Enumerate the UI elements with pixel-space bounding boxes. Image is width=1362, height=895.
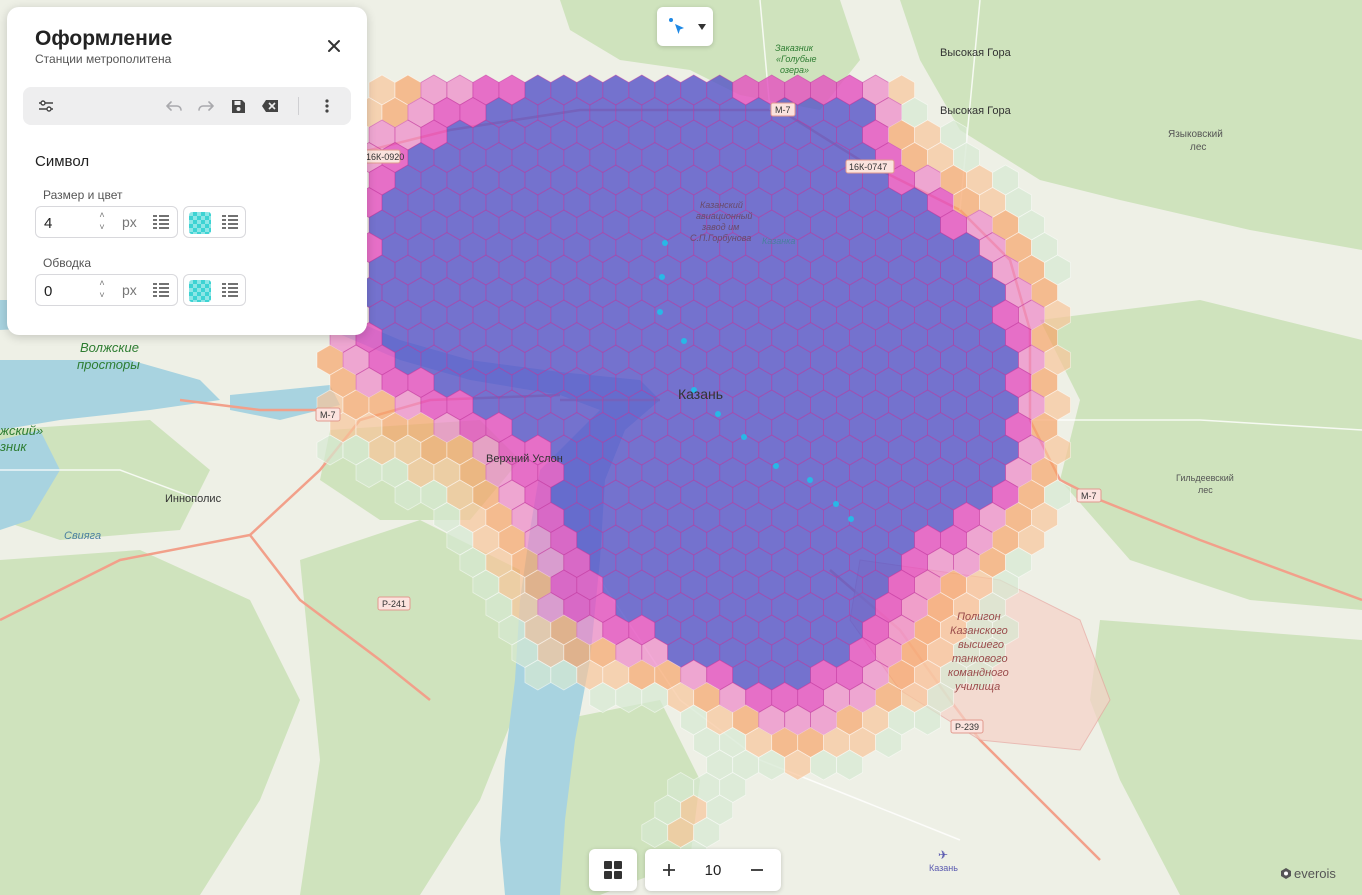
- label-aviazavod-3: завод им: [701, 222, 739, 232]
- label-kazan: Казань: [678, 386, 723, 402]
- label-polygon-2: Казанского: [950, 625, 1008, 637]
- sliders-icon: [39, 100, 53, 112]
- label-gilderzeevsky-2: лес: [1198, 485, 1213, 495]
- stroke-label: Обводка: [43, 256, 92, 270]
- metro-station-marker[interactable]: [715, 411, 721, 417]
- logo-text: everois: [1294, 866, 1336, 881]
- more-vert-icon: [325, 99, 329, 113]
- pointer-icon: [669, 18, 684, 34]
- panel-toolbar: [23, 87, 351, 125]
- logo-icon: [1281, 868, 1291, 879]
- label-zakaznik-2: «Голубые: [776, 54, 817, 64]
- label-polygon: Полигон: [957, 611, 1001, 623]
- label-vysokaya-gora-2: Высокая Гора: [940, 105, 1012, 117]
- label-innopolis: Иннополис: [165, 493, 222, 505]
- panel-subtitle: Станции метрополитена: [35, 52, 172, 66]
- redo-button[interactable]: [193, 93, 219, 119]
- label-polygon-4: танкового: [952, 653, 1008, 665]
- label-aviazavod-2: авиационный: [696, 211, 752, 221]
- stroke-stepper[interactable]: ˄ ˅: [96, 277, 108, 303]
- shield-p239: Р-239: [955, 722, 979, 732]
- label-volzhskie-2: просторы: [77, 357, 140, 372]
- clear-button[interactable]: [257, 93, 283, 119]
- label-polygon-5: командного: [948, 667, 1009, 679]
- plus-icon: [663, 864, 675, 876]
- size-stepper[interactable]: ˄ ˅: [96, 209, 108, 235]
- metro-station-marker[interactable]: [848, 516, 854, 522]
- shield-m7-right: М-7: [1081, 491, 1097, 501]
- shield-16k0747: 16К-0747: [849, 162, 887, 172]
- metro-station-marker[interactable]: [681, 338, 687, 344]
- shield-m7-top: М-7: [775, 105, 791, 115]
- metro-station-marker[interactable]: [662, 240, 668, 246]
- stroke-color-swatch[interactable]: [189, 280, 211, 302]
- metro-station-marker[interactable]: [833, 501, 839, 507]
- label-sviyaga: Свияга: [64, 530, 101, 542]
- size-unit: px: [122, 214, 137, 230]
- panel-title: Оформление: [35, 27, 173, 50]
- brand-logo: everois: [1281, 866, 1336, 881]
- close-button[interactable]: [323, 35, 345, 57]
- layers-grid-button[interactable]: [589, 849, 637, 891]
- label-polygon-3: высшего: [958, 639, 1004, 651]
- size-color-label: Размер и цвет: [43, 188, 123, 202]
- metro-station-marker[interactable]: [807, 477, 813, 483]
- toolbar-divider: [298, 97, 299, 115]
- close-icon: [328, 40, 340, 52]
- label-zhsky: жский»: [0, 423, 43, 438]
- fill-color-field: [183, 206, 246, 238]
- save-icon: [231, 99, 245, 113]
- size-input[interactable]: [44, 213, 84, 233]
- more-button[interactable]: [314, 93, 340, 119]
- metro-station-marker[interactable]: [657, 309, 663, 315]
- metro-station-marker[interactable]: [773, 463, 779, 469]
- label-yazykovsky-2: лес: [1190, 142, 1206, 153]
- metro-station-marker[interactable]: [741, 434, 747, 440]
- stroke-unit: px: [122, 282, 137, 298]
- label-kazanka: Казанка: [762, 236, 795, 246]
- clear-icon: [262, 100, 278, 112]
- zoom-out-button[interactable]: [744, 857, 770, 883]
- zoom-in-button[interactable]: [656, 857, 682, 883]
- select-tool-dropdown[interactable]: [657, 7, 713, 46]
- label-zakaznik-3: озера»: [780, 65, 809, 75]
- shield-p241: Р-241: [382, 599, 406, 609]
- undo-button[interactable]: [161, 93, 187, 119]
- section-title-symbol: Символ: [35, 153, 90, 170]
- label-yazykovsky: Языковский: [1168, 129, 1223, 140]
- label-zhsky-2: зник: [0, 439, 27, 454]
- label-verkhny-uslon: Верхний Услон: [486, 453, 563, 465]
- stroke-color-field: [183, 274, 246, 306]
- shield-m7-left: М-7: [320, 410, 336, 420]
- label-polygon-6: училища: [954, 681, 1000, 693]
- filter-settings-button[interactable]: [33, 93, 59, 119]
- label-aviazavod-4: С.П.Горбунова: [690, 233, 751, 243]
- grid-icon: [604, 861, 622, 879]
- save-button[interactable]: [225, 93, 251, 119]
- redo-icon: [198, 101, 214, 111]
- stroke-field: ˄˅ px: [35, 274, 178, 306]
- minus-icon: [751, 869, 763, 871]
- label-airport: Казань: [929, 863, 958, 873]
- stroke-list-icon[interactable]: [152, 282, 170, 298]
- stroke-input[interactable]: [44, 281, 84, 301]
- undo-icon: [166, 101, 182, 111]
- label-gilderzeevsky: Гильдеевский: [1176, 473, 1234, 483]
- label-aviazavod: Казанский: [700, 200, 743, 210]
- fill-color-list-icon[interactable]: [221, 214, 239, 230]
- size-list-icon[interactable]: [152, 214, 170, 230]
- fill-color-swatch[interactable]: [189, 212, 211, 234]
- chevron-down-icon: [698, 24, 706, 30]
- metro-station-marker[interactable]: [659, 274, 665, 280]
- style-panel: Оформление Станции метрополитена Символ …: [7, 7, 367, 335]
- zoom-level: 10: [704, 862, 722, 879]
- airport-icon: ✈: [938, 848, 948, 862]
- label-volzhskie: Волжские: [80, 340, 139, 355]
- shield-16k0920: 16К-0920: [366, 152, 404, 162]
- stroke-color-list-icon[interactable]: [221, 282, 239, 298]
- zoom-control: 10: [645, 849, 781, 891]
- size-field: ˄˅ px: [35, 206, 178, 238]
- label-zakaznik: Заказник: [775, 43, 814, 53]
- label-vysokaya-gora: Высокая Гора: [940, 47, 1012, 59]
